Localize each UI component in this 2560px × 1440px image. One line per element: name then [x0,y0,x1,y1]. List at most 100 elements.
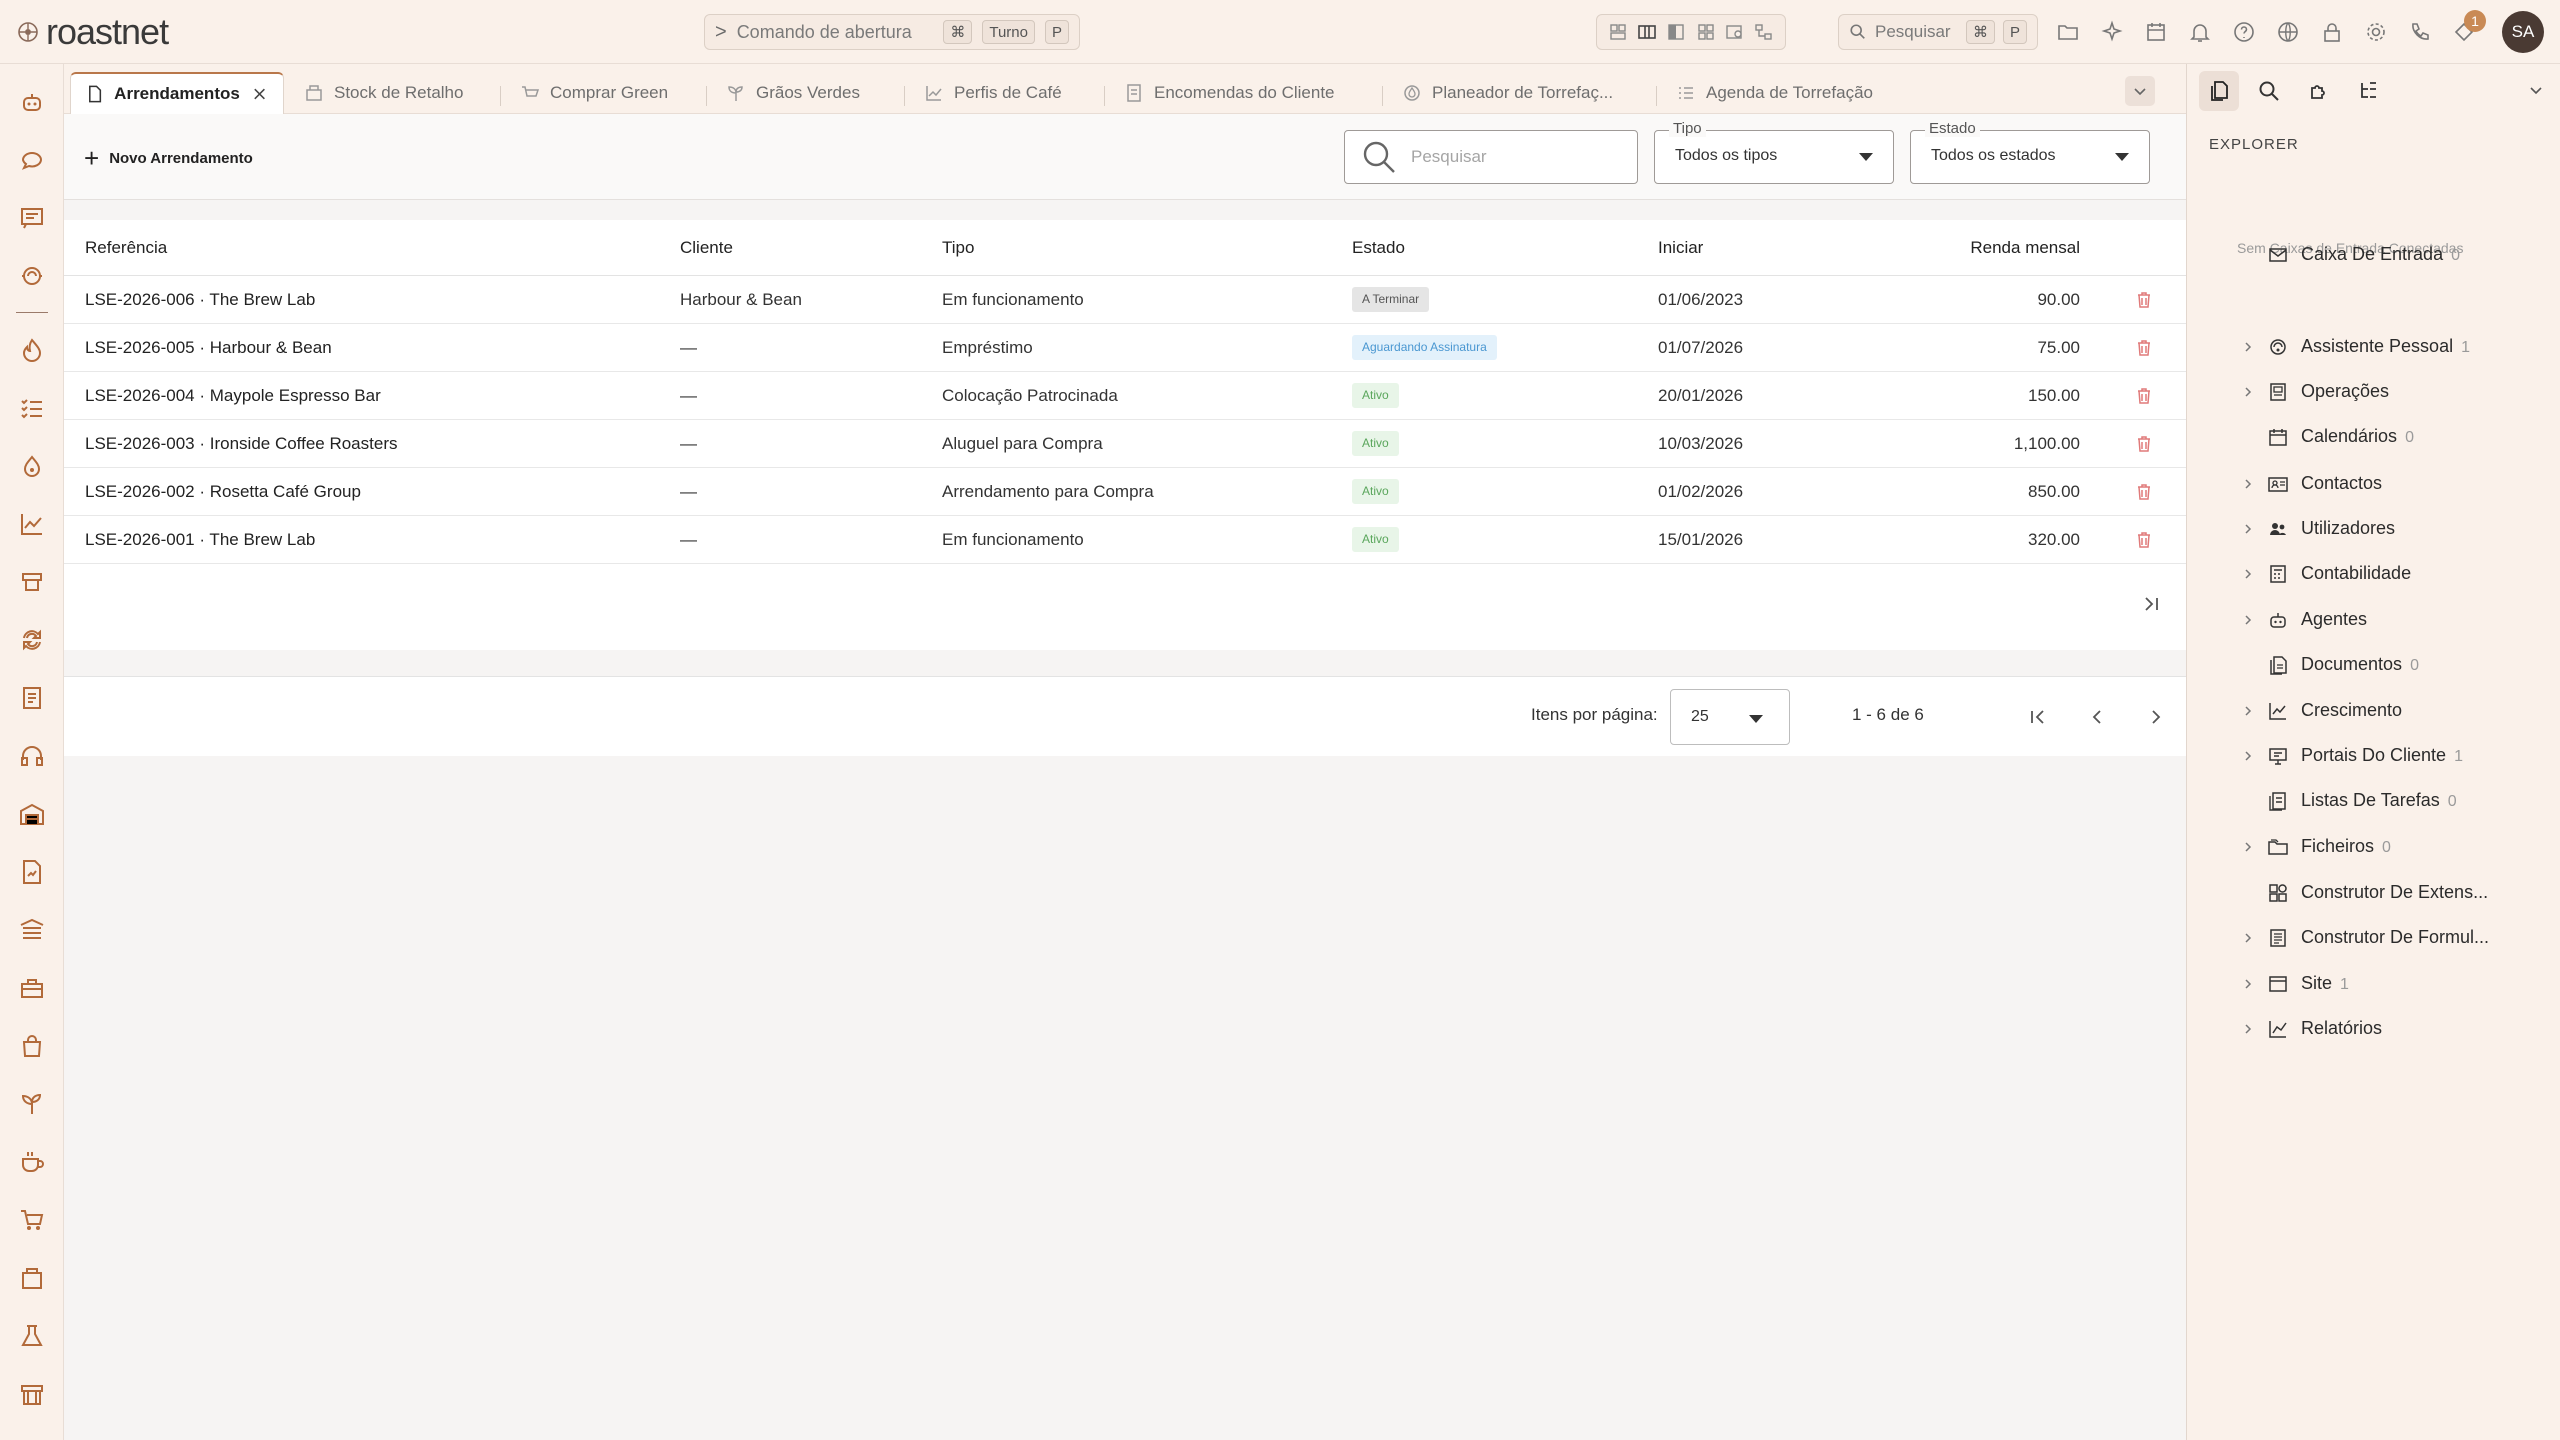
trash-icon[interactable] [2134,434,2154,454]
chevron-right-icon[interactable] [2239,383,2257,401]
col-header-ref[interactable]: Referência [85,220,167,276]
trash-icon[interactable] [2134,290,2154,310]
layout-columns-icon[interactable] [1637,22,1657,42]
toolbox-icon[interactable] [16,972,48,1004]
cart-icon[interactable] [16,1204,48,1236]
state-filter-select[interactable]: Estado Todos os estados [1910,120,2150,184]
explorer-item[interactable]: Contabilidade [2187,552,2560,596]
col-header-type[interactable]: Tipo [942,220,974,276]
explorer-search-button[interactable] [2249,71,2289,111]
next-page-button[interactable] [2142,703,2170,731]
explorer-item[interactable]: Listas De Tarefas 0 [2187,779,2560,823]
trash-icon[interactable] [2134,386,2154,406]
package-icon[interactable] [16,1262,48,1294]
chevron-right-icon[interactable] [2239,520,2257,538]
folder-icon[interactable] [2056,20,2080,44]
table-row[interactable]: LSE-2026-004 · Maypole Espresso Bar — Colo… [64,372,2186,420]
tab-perfis-cafe[interactable]: Perfis de Café [910,72,1076,114]
flask-icon[interactable] [16,1320,48,1352]
explorer-item[interactable]: Calendários 0 [2187,415,2560,459]
trash-icon[interactable] [2134,530,2154,550]
layout-tree-icon[interactable] [1754,22,1774,42]
message-icon[interactable] [16,202,48,234]
layout-search-icon[interactable] [1725,22,1745,42]
prev-page-button[interactable] [2083,703,2111,731]
warehouse-icon[interactable] [16,798,48,830]
tab-planeador-torrefacao[interactable]: Planeador de Torrefaç... [1388,72,1627,114]
command-palette-button[interactable]: > Comando de abertura ⌘ Turno P [704,14,1080,50]
table-row[interactable]: LSE-2026-001 · The Brew Lab — Em funcionam… [64,516,2186,564]
chevron-right-icon[interactable] [2239,611,2257,629]
bell-icon[interactable] [2188,20,2212,44]
tab-graos-verdes[interactable]: Grãos Verdes [712,72,874,114]
explorer-item[interactable]: Contactos [2187,462,2560,506]
chat-bubble-icon[interactable] [16,144,48,176]
logo[interactable]: roastnet [16,11,169,52]
chevron-right-icon[interactable] [2239,1020,2257,1038]
search-field[interactable]: Pesquisar [1344,130,1638,184]
storefront-icon[interactable] [16,1378,48,1410]
ledger-icon[interactable] [16,682,48,714]
shopping-bag-icon[interactable] [16,1030,48,1062]
col-header-rent[interactable]: Renda mensal [1854,220,2080,276]
explorer-item[interactable]: Portais Do Cliente 1 [2187,734,2560,778]
explorer-item[interactable]: Construtor De Extens... [2187,871,2560,915]
lock-icon[interactable] [2320,20,2344,44]
tab-agenda-torrefacao[interactable]: Agenda de Torrefação [1662,72,1887,114]
table-row[interactable]: LSE-2026-005 · Harbour & Bean — Empréstimo… [64,324,2186,372]
chevron-right-icon[interactable] [2239,929,2257,947]
tab-comprar-green[interactable]: Comprar Green [506,72,682,114]
explorer-item[interactable]: Relatórios [2187,1007,2560,1051]
tree-view-button[interactable] [2349,71,2389,111]
col-header-start[interactable]: Iniciar [1658,220,1703,276]
col-header-client[interactable]: Cliente [680,220,733,276]
inventory-shelf-icon[interactable] [16,914,48,946]
explorer-item[interactable]: Crescimento [2187,689,2560,733]
tabs-overflow-button[interactable] [2125,76,2155,106]
coffee-cup-icon[interactable] [16,1146,48,1178]
layout-quad-icon[interactable] [1696,22,1716,42]
globe-icon[interactable] [2276,20,2300,44]
table-row[interactable]: LSE-2026-002 · Rosetta Café Group — Arrend… [64,468,2186,516]
chevron-right-icon[interactable] [2239,975,2257,993]
explorer-item[interactable]: Construtor De Formul... [2187,916,2560,960]
tab-arrendamentos[interactable]: Arrendamentos [70,72,284,114]
rewards-icon[interactable]: 1 [2452,10,2486,44]
explorer-item[interactable]: Utilizadores [2187,507,2560,551]
explorer-item[interactable]: Documentos 0 [2187,643,2560,687]
explorer-item[interactable]: Caixa De Entrada 0 [2187,233,2560,277]
coffee-machine-icon[interactable] [16,566,48,598]
extensions-button[interactable] [2299,71,2339,111]
layout-grid-small-icon[interactable] [1608,22,1628,42]
global-search-button[interactable]: Pesquisar ⌘ P [1838,14,2038,50]
chevron-right-icon[interactable] [2239,338,2257,356]
lease-document-icon[interactable] [16,856,48,888]
phone-icon[interactable] [2408,20,2432,44]
chevron-right-icon[interactable] [2239,702,2257,720]
chevron-right-icon[interactable] [2239,747,2257,765]
sprout-icon[interactable] [16,1088,48,1120]
chevron-down-icon[interactable] [2526,80,2546,100]
type-filter-select[interactable]: Tipo Todos os tipos [1654,120,1894,184]
trash-icon[interactable] [2134,338,2154,358]
line-chart-icon[interactable] [16,508,48,540]
checklist-icon[interactable] [16,392,48,424]
chevron-right-icon[interactable] [2239,565,2257,583]
last-page-button[interactable] [2137,590,2165,618]
table-row[interactable]: LSE-2026-006 · The Brew Lab Harbour & Bea… [64,276,2186,324]
tab-encomendas-cliente[interactable]: Encomendas do Cliente [1110,72,1349,114]
avatar[interactable]: SA [2502,11,2544,53]
explorer-item[interactable]: Operações [2187,370,2560,414]
sync-icon[interactable] [16,624,48,656]
chevron-right-icon[interactable] [2239,838,2257,856]
gear-icon[interactable] [2364,20,2388,44]
chevron-right-icon[interactable] [2239,475,2257,493]
files-view-button[interactable] [2199,71,2239,111]
explorer-item[interactable]: Site 1 [2187,962,2560,1006]
headset-icon[interactable] [16,740,48,772]
items-per-page-select[interactable]: 25 [1670,689,1790,745]
support-agent-icon[interactable] [16,260,48,292]
explorer-item[interactable]: Ficheiros 0 [2187,825,2560,869]
layout-split-icon[interactable] [1666,22,1686,42]
robot-icon[interactable] [16,86,48,118]
